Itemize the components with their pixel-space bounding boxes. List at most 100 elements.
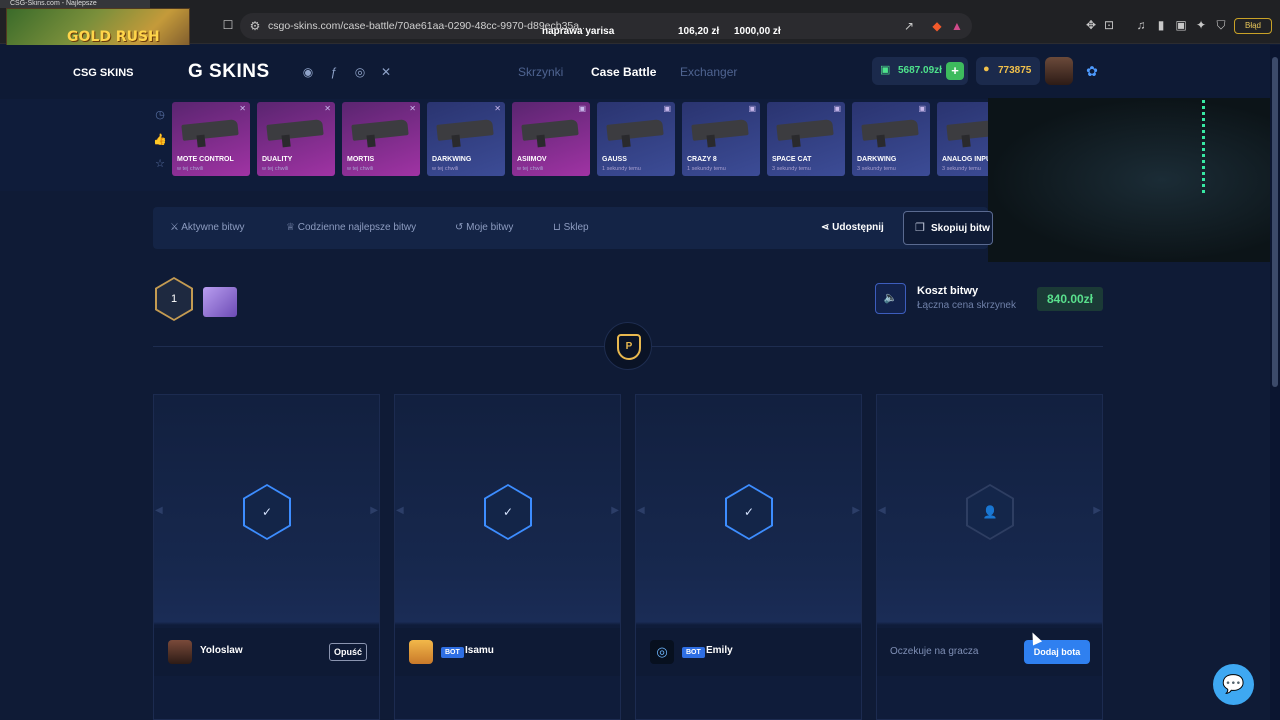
speaker-icon: 🔈: [883, 292, 898, 304]
drop-name: MORTIS: [347, 156, 375, 163]
slot-arrow-right: ▶: [852, 505, 860, 516]
bookmark-icon[interactable]: ☐: [219, 16, 237, 34]
site-info-icon[interactable]: ⚙: [246, 17, 264, 35]
instagram-icon[interactable]: ◎: [351, 63, 369, 81]
share-nodes-icon: ⋖: [821, 222, 833, 233]
menu-label: Sklep: [563, 222, 589, 233]
case-icon: ▣: [918, 104, 926, 113]
scrollbar-thumb[interactable]: [1272, 57, 1278, 387]
player-footer: ◎ BOT Emily: [636, 628, 861, 676]
case-icon: ▣: [578, 104, 586, 113]
live-drop-card[interactable]: ✕ MOTE CONTROL w tej chwili: [172, 102, 250, 176]
error-badge[interactable]: Błąd: [1234, 18, 1272, 34]
live-drop-card[interactable]: ▣ SPACE CAT 3 sekundy temu: [767, 102, 845, 176]
drop-time: w tej chwili: [177, 166, 204, 172]
menu-shop[interactable]: ⊔ Sklep: [553, 222, 589, 233]
goal-label: naprawa yarisa: [542, 26, 615, 37]
trophy-icon: ♕: [286, 222, 298, 233]
nav-exchanger[interactable]: Exchanger: [680, 65, 737, 79]
slot-arrow-right: ▶: [1093, 505, 1101, 516]
live-drop-card[interactable]: ▣ CRAZY 8 1 sekundy temu: [682, 102, 760, 176]
battle-icon: ✕: [409, 104, 416, 113]
brave-shield-icon[interactable]: ◆: [928, 17, 946, 35]
live-drops-bar: ◷ 👍 ☆ ✕ MOTE CONTROL w tej chwili ✕ DUALITY w…: [0, 99, 1015, 191]
battle-emblem: P: [604, 322, 652, 370]
leave-button[interactable]: Opuść: [329, 643, 367, 661]
live-drop-card[interactable]: ✕ MORTIS w tej chwili: [342, 102, 420, 176]
drop-time: 3 sekundy temu: [857, 166, 896, 172]
wallet-icon[interactable]: ▣: [1172, 16, 1190, 34]
menu-my-battles[interactable]: ↺ Moje bitwy: [455, 222, 513, 233]
page-scrollbar[interactable]: [1270, 45, 1280, 720]
clock-icon[interactable]: ◷: [152, 108, 168, 121]
nav-case-battle[interactable]: Case Battle: [591, 65, 656, 79]
drop-time: w tej chwili: [347, 166, 374, 172]
deposit-button[interactable]: +: [946, 62, 964, 80]
case-icon: ▣: [663, 104, 671, 113]
basket-icon: ⊔: [553, 222, 564, 233]
browser-tab[interactable]: CSG-Skins.com - Najlepsze: [0, 0, 150, 8]
music-icon[interactable]: ♫: [1132, 16, 1150, 34]
facebook-icon[interactable]: ƒ: [325, 63, 343, 81]
settings-gear-icon[interactable]: ✿: [1082, 61, 1102, 81]
bot-avatar: [409, 640, 433, 664]
round-badge: 1: [155, 277, 193, 321]
player-name: Emily: [706, 645, 733, 656]
slot-arrow-right: ▶: [611, 505, 619, 516]
weapon-image: [351, 119, 409, 141]
screenshot-icon[interactable]: ⊡: [1100, 16, 1118, 34]
thumbs-up-icon[interactable]: 👍: [152, 133, 168, 146]
led-strip: [1202, 100, 1205, 196]
coin-icon: ●: [983, 63, 990, 75]
drop-name: DUALITY: [262, 156, 293, 163]
share-label: Udostępnij: [832, 222, 884, 233]
slot-arrow-right: ▶: [370, 505, 378, 516]
live-drop-card[interactable]: ▣ GAUSS 1 sekundy temu: [597, 102, 675, 176]
live-drop-card[interactable]: ✕ DUALITY w tej chwili: [257, 102, 335, 176]
nav-skrzynki[interactable]: Skrzynki: [518, 65, 563, 79]
share-button[interactable]: ⋖ Udostępnij: [821, 222, 884, 233]
weapon-image: [776, 119, 834, 141]
check-icon: ✓: [245, 486, 289, 538]
case-icon: ▣: [833, 104, 841, 113]
drop-time: 3 sekundy temu: [772, 166, 811, 172]
vpn-icon[interactable]: ⛉: [1212, 16, 1230, 34]
coins-widget[interactable]: ● 773875: [976, 57, 1040, 85]
battle-icon: ✕: [494, 104, 501, 113]
empty-hex: 👤: [966, 484, 1014, 540]
star-icon[interactable]: ☆: [152, 157, 168, 170]
rewards-icon[interactable]: ▲: [948, 17, 966, 35]
user-avatar[interactable]: [1045, 57, 1073, 85]
x-icon[interactable]: ✕: [377, 63, 395, 81]
extensions-icon[interactable]: ✥: [1082, 16, 1100, 34]
live-drop-card[interactable]: ✕ DARKWING w tej chwili: [427, 102, 505, 176]
wallet-icon-site: ▣: [880, 64, 891, 76]
menu-active-battles[interactable]: ⚔ Aktywne bitwy: [170, 222, 245, 233]
copy-battle-button[interactable]: ❐ Skopiuj bitw: [903, 211, 993, 245]
live-drop-card[interactable]: ▣ ASIIMOV w tej chwili: [512, 102, 590, 176]
brand-logo[interactable]: G SKINS: [188, 61, 270, 83]
ready-hex: ✓: [243, 484, 291, 540]
shield-icon: P: [617, 334, 641, 360]
swords-icon: ⚔: [170, 222, 182, 233]
puzzle-icon[interactable]: ✦: [1192, 16, 1210, 34]
ready-hex: ✓: [725, 484, 773, 540]
chat-bubble-icon[interactable]: 💬: [1213, 664, 1254, 705]
drop-name: GAUSS: [602, 156, 627, 163]
share-icon[interactable]: ↗: [900, 17, 918, 35]
battle-cost-subtitle: Łączna cena skrzynek: [917, 300, 1016, 311]
menu-label: Aktywne bitwy: [181, 222, 245, 233]
sidebar-icon[interactable]: ▮: [1152, 16, 1170, 34]
sound-toggle-button[interactable]: 🔈: [875, 283, 906, 314]
bot-badge: BOT: [682, 647, 705, 658]
site-header: CSG SKINS G SKINS ◉ ƒ ◎ ✕ Skrzynki Case …: [0, 45, 1270, 99]
brand-small[interactable]: CSG SKINS: [73, 67, 134, 79]
live-drop-card[interactable]: ▣ DARKWING 3 sekundy temu: [852, 102, 930, 176]
balance-widget[interactable]: ▣ 5687.09zł +: [872, 57, 968, 85]
case-image[interactable]: [203, 287, 237, 317]
slot-arrow-left: ◀: [396, 505, 404, 516]
menu-daily-best[interactable]: ♕ Codzienne najlepsze bitwy: [286, 222, 416, 233]
balance-value: 5687.09zł: [898, 65, 942, 76]
discord-icon[interactable]: ◉: [299, 63, 317, 81]
waiting-text: Oczekuje na gracza: [890, 646, 979, 657]
